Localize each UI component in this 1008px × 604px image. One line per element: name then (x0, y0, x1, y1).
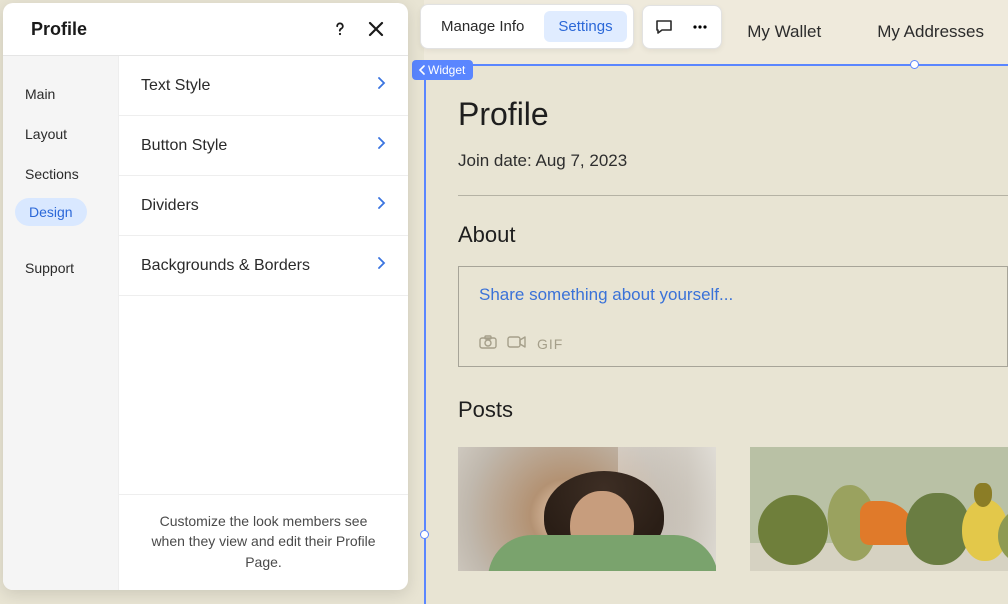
selection-handle-left[interactable] (420, 530, 429, 539)
about-placeholder: Share something about yourself... (479, 285, 987, 305)
design-list: Text Style Button Style Dividers (119, 56, 408, 494)
comment-icon[interactable] (649, 12, 679, 42)
panel-title: Profile (31, 19, 87, 40)
row-dividers[interactable]: Dividers (119, 176, 408, 236)
manage-info-button[interactable]: Manage Info (427, 11, 538, 42)
toolbar-extra-group (642, 5, 722, 49)
post-card-2[interactable] (750, 447, 1008, 571)
video-icon[interactable] (507, 335, 527, 352)
sidebar-item-sections[interactable]: Sections (15, 158, 106, 190)
more-icon[interactable] (685, 12, 715, 42)
about-input-box[interactable]: Share something about yourself... GIF (458, 266, 1008, 367)
row-text-style[interactable]: Text Style (119, 56, 408, 116)
row-button-style[interactable]: Button Style (119, 116, 408, 176)
sidebar-item-design[interactable]: Design (15, 198, 87, 226)
tab-my-wallet[interactable]: My Wallet (747, 22, 821, 42)
join-date: Join date: Aug 7, 2023 (458, 151, 1008, 171)
camera-icon[interactable] (479, 335, 497, 352)
widget-action-toolbar: Manage Info Settings (420, 4, 722, 49)
row-label: Backgrounds & Borders (141, 257, 310, 275)
toolbar-main-group: Manage Info Settings (420, 4, 634, 49)
post-card-1[interactable] (458, 447, 716, 571)
posts-heading: Posts (458, 397, 1008, 423)
widget-tag-label: Widget (428, 63, 465, 77)
row-label: Text Style (141, 77, 210, 95)
panel-header: Profile (3, 3, 408, 56)
gif-button[interactable]: GIF (537, 336, 563, 352)
widget-tag[interactable]: Widget (412, 60, 473, 80)
row-backgrounds-borders[interactable]: Backgrounds & Borders (119, 236, 408, 296)
row-label: Button Style (141, 137, 227, 155)
chevron-right-icon (376, 256, 386, 275)
tab-my-addresses[interactable]: My Addresses (877, 22, 984, 42)
panel-footer-text: Customize the look members see when they… (119, 494, 408, 590)
panel-sidebar: Main Layout Sections Design Support (3, 56, 119, 590)
about-media-icons: GIF (479, 335, 987, 352)
chevron-right-icon (376, 196, 386, 215)
settings-panel: Profile Main Layout Sections Design Supp… (3, 3, 408, 590)
profile-title: Profile (458, 96, 1008, 133)
posts-row (458, 447, 1008, 571)
help-icon[interactable] (328, 17, 352, 41)
chevron-right-icon (376, 76, 386, 95)
panel-content: Text Style Button Style Dividers (119, 56, 408, 590)
selection-handle-top[interactable] (910, 60, 919, 69)
row-label: Dividers (141, 197, 199, 215)
about-heading: About (458, 222, 1008, 248)
chevron-right-icon (376, 136, 386, 155)
sidebar-item-support[interactable]: Support (15, 252, 106, 284)
settings-button[interactable]: Settings (544, 11, 626, 42)
panel-body: Main Layout Sections Design Support Text… (3, 56, 408, 590)
panel-actions (328, 17, 388, 41)
divider (458, 195, 1008, 196)
sidebar-item-main[interactable]: Main (15, 78, 106, 110)
profile-preview: Profile Join date: Aug 7, 2023 About Sha… (458, 96, 1008, 571)
close-icon[interactable] (364, 17, 388, 41)
chevron-left-icon (418, 65, 426, 75)
sidebar-item-layout[interactable]: Layout (15, 118, 106, 150)
